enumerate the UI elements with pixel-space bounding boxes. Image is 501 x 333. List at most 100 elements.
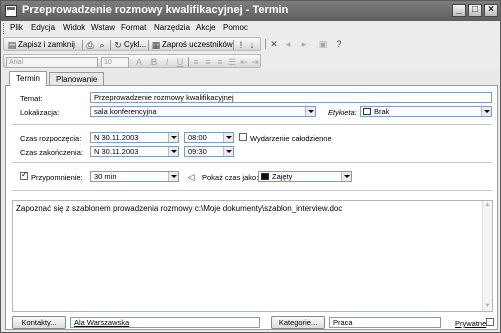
private-label: Prywatne bbox=[455, 319, 487, 328]
high-importance-icon[interactable]: ! bbox=[236, 40, 246, 50]
showas-label: Pokaż czas jako: bbox=[202, 173, 259, 182]
label-combo[interactable]: Brak bbox=[360, 106, 492, 117]
format-painter-icon[interactable]: ▣ bbox=[318, 39, 328, 49]
section-divider bbox=[12, 124, 492, 125]
end-date-value: N 30.11.2003 bbox=[94, 147, 139, 156]
delete-icon[interactable]: ✕ bbox=[269, 39, 279, 49]
attach-icon[interactable]: ⌕ bbox=[97, 40, 107, 50]
menu-format[interactable]: Format bbox=[121, 23, 146, 32]
notes-scrollbar[interactable]: ▲ ▼ bbox=[482, 201, 492, 311]
toolbar-separator bbox=[148, 40, 149, 50]
menu-wstaw[interactable]: Wstaw bbox=[91, 23, 115, 32]
subject-value: Przeprowadzenie rozmowy kwalifikacyjnej bbox=[94, 93, 234, 102]
font-name-combo[interactable]: Arial bbox=[6, 57, 98, 68]
bullets-icon[interactable]: ☰ bbox=[227, 57, 237, 67]
subject-input[interactable]: Przeprowadzenie rozmowy kwalifikacyjnej bbox=[90, 92, 492, 103]
start-date-value: N 30.11.2003 bbox=[94, 133, 139, 142]
title-bar[interactable]: Przeprowadzenie rozmowy kwalifikacyjnej … bbox=[1, 1, 500, 21]
window-title: Przeprowadzenie rozmowy kwalifikacyjnej … bbox=[22, 4, 289, 16]
menu-akcje[interactable]: Akcje bbox=[196, 23, 216, 32]
menu-widok[interactable]: Widok bbox=[63, 23, 85, 32]
font-color-icon[interactable]: A bbox=[134, 57, 144, 67]
menu-grip[interactable] bbox=[3, 23, 6, 34]
reminder-checkbox[interactable] bbox=[20, 170, 28, 180]
toolbar-separator bbox=[188, 57, 189, 67]
chevron-down-icon[interactable] bbox=[168, 147, 178, 156]
chevron-down-icon[interactable] bbox=[305, 107, 315, 116]
scroll-up-icon[interactable]: ▲ bbox=[484, 202, 491, 209]
end-time-value: 09:30 bbox=[188, 147, 207, 156]
chevron-down-icon[interactable] bbox=[168, 172, 178, 181]
contacts-value[interactable]: Ala Warszawska bbox=[74, 318, 129, 327]
font-size-combo[interactable]: 10 bbox=[101, 57, 129, 68]
increase-indent-icon[interactable]: ⇥ bbox=[250, 57, 260, 67]
busy-color-swatch bbox=[261, 173, 269, 180]
minimize-button[interactable]: _ bbox=[452, 4, 466, 17]
section-divider bbox=[12, 190, 492, 191]
showas-combo[interactable]: Zajęty bbox=[258, 171, 352, 182]
chevron-down-icon[interactable] bbox=[481, 107, 491, 116]
align-center-icon[interactable]: ≡ bbox=[203, 57, 213, 67]
categories-value: Praca bbox=[333, 318, 353, 327]
low-importance-icon[interactable]: ↓ bbox=[247, 40, 257, 50]
appointment-icon bbox=[5, 5, 17, 17]
next-item-icon[interactable]: ▸ bbox=[299, 39, 309, 49]
align-right-icon[interactable]: ≡ bbox=[215, 57, 225, 67]
label-value: Brak bbox=[374, 107, 390, 116]
label-label: Etykieta: bbox=[328, 108, 357, 117]
font-size-value: 10 bbox=[104, 59, 112, 66]
location-combo[interactable]: sala konferencyjna bbox=[90, 106, 316, 117]
categories-button[interactable]: Kategorie... bbox=[271, 316, 325, 329]
start-date-combo[interactable]: N 30.11.2003 bbox=[90, 132, 179, 143]
invite-icon: ▦ bbox=[151, 40, 161, 50]
contacts-input[interactable]: Ala Warszawska bbox=[70, 317, 260, 328]
end-date-combo[interactable]: N 30.11.2003 bbox=[90, 146, 179, 157]
speaker-icon[interactable]: ◁ bbox=[186, 172, 196, 182]
toolbar-separator bbox=[82, 40, 83, 50]
notes-text: Zapoznać się z szablonem prowadzenia roz… bbox=[16, 204, 343, 213]
toolbar-separator bbox=[233, 40, 234, 50]
menu-plik[interactable]: Plik bbox=[10, 23, 23, 32]
chevron-down-icon[interactable] bbox=[341, 172, 351, 181]
categories-input[interactable]: Praca bbox=[329, 317, 441, 328]
italic-icon[interactable]: I bbox=[162, 57, 172, 67]
chevron-down-icon[interactable] bbox=[168, 133, 178, 142]
showas-value: Zajęty bbox=[272, 172, 293, 181]
menu-narzedzia[interactable]: Narzędzia bbox=[154, 23, 190, 32]
save-close-button[interactable]: Zapisz i zamknij bbox=[18, 40, 75, 49]
menu-edycja[interactable]: Edycja bbox=[31, 23, 55, 32]
invite-attendees-button[interactable]: Zaproś uczestników bbox=[162, 40, 233, 49]
chevron-down-icon[interactable] bbox=[223, 133, 233, 142]
decrease-indent-icon[interactable]: ⇤ bbox=[239, 57, 249, 67]
toolbar-separator bbox=[265, 39, 266, 49]
chevron-down-icon[interactable] bbox=[223, 147, 233, 156]
underline-icon[interactable]: U bbox=[175, 57, 185, 67]
maximize-button[interactable]: □ bbox=[468, 4, 482, 17]
align-left-icon[interactable]: ≡ bbox=[191, 57, 201, 67]
private-checkbox[interactable] bbox=[486, 318, 494, 326]
end-time-combo[interactable]: 09:30 bbox=[184, 146, 234, 157]
previous-item-icon[interactable]: ◂ bbox=[283, 39, 293, 49]
formatting-toolbar: Arial 10 A B I U ≡ ≡ ≡ ☰ ⇤ ⇥ bbox=[1, 53, 500, 69]
standard-toolbar-strip: ▤ Zapisz i zamknij ⎙ ⌕ ↻ Cykl... ▦ Zapro… bbox=[3, 37, 261, 51]
start-time-combo[interactable]: 08:00 bbox=[184, 132, 234, 143]
close-button[interactable]: × bbox=[484, 4, 498, 17]
reminder-combo[interactable]: 30 min bbox=[90, 171, 179, 182]
bold-icon[interactable]: B bbox=[149, 57, 159, 67]
notes-textarea[interactable]: Zapoznać się z szablonem prowadzenia roz… bbox=[12, 200, 493, 312]
tab-planowanie[interactable]: Planowanie bbox=[49, 72, 105, 86]
recurrence-icon: ↻ bbox=[114, 40, 122, 50]
contacts-button[interactable]: Kontakty... bbox=[12, 316, 66, 329]
allday-label: Wydarzenie całodzienne bbox=[250, 134, 332, 143]
menu-bar: Plik Edycja Widok Wstaw Format Narzędzia… bbox=[1, 21, 500, 36]
recurrence-button[interactable]: Cykl... bbox=[124, 40, 146, 49]
scroll-down-icon[interactable]: ▼ bbox=[484, 303, 491, 310]
end-time-label: Czas zakończenia: bbox=[20, 148, 83, 157]
tab-termin[interactable]: Termin bbox=[9, 71, 48, 86]
allday-checkbox[interactable] bbox=[239, 133, 247, 141]
menu-pomoc[interactable]: Pomoc bbox=[223, 23, 248, 32]
help-icon[interactable]: ? bbox=[334, 39, 344, 49]
print-icon[interactable]: ⎙ bbox=[85, 40, 95, 50]
standard-toolbar: ▤ Zapisz i zamknij ⎙ ⌕ ↻ Cykl... ▦ Zapro… bbox=[1, 36, 500, 52]
subject-label: Temat: bbox=[20, 94, 43, 103]
